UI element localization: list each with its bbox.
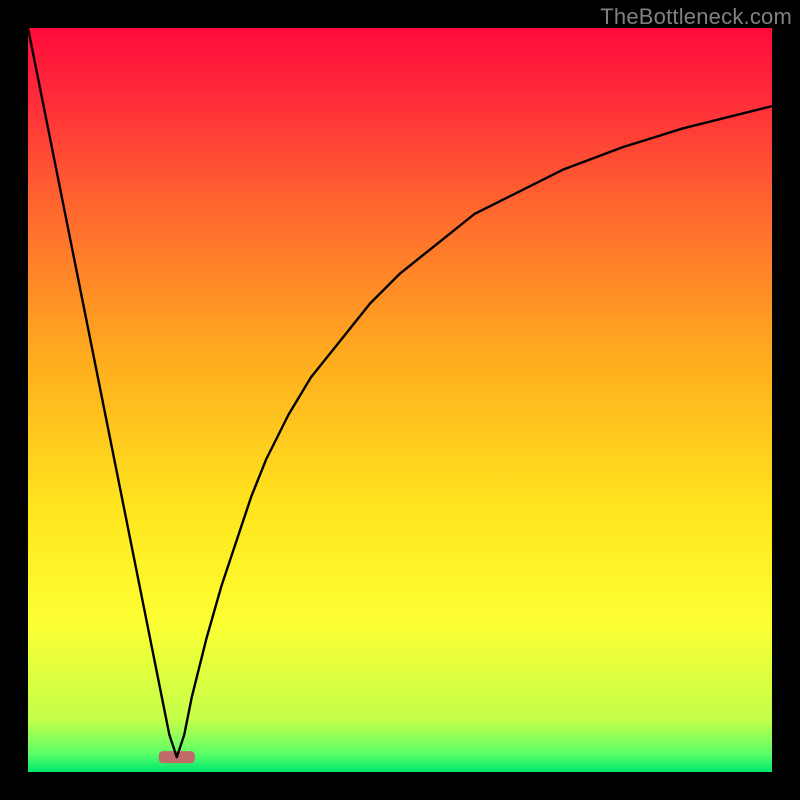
chart-frame: TheBottleneck.com — [0, 0, 800, 800]
watermark-text: TheBottleneck.com — [600, 4, 792, 30]
bottleneck-chart — [28, 28, 772, 772]
gradient-background — [28, 28, 772, 772]
